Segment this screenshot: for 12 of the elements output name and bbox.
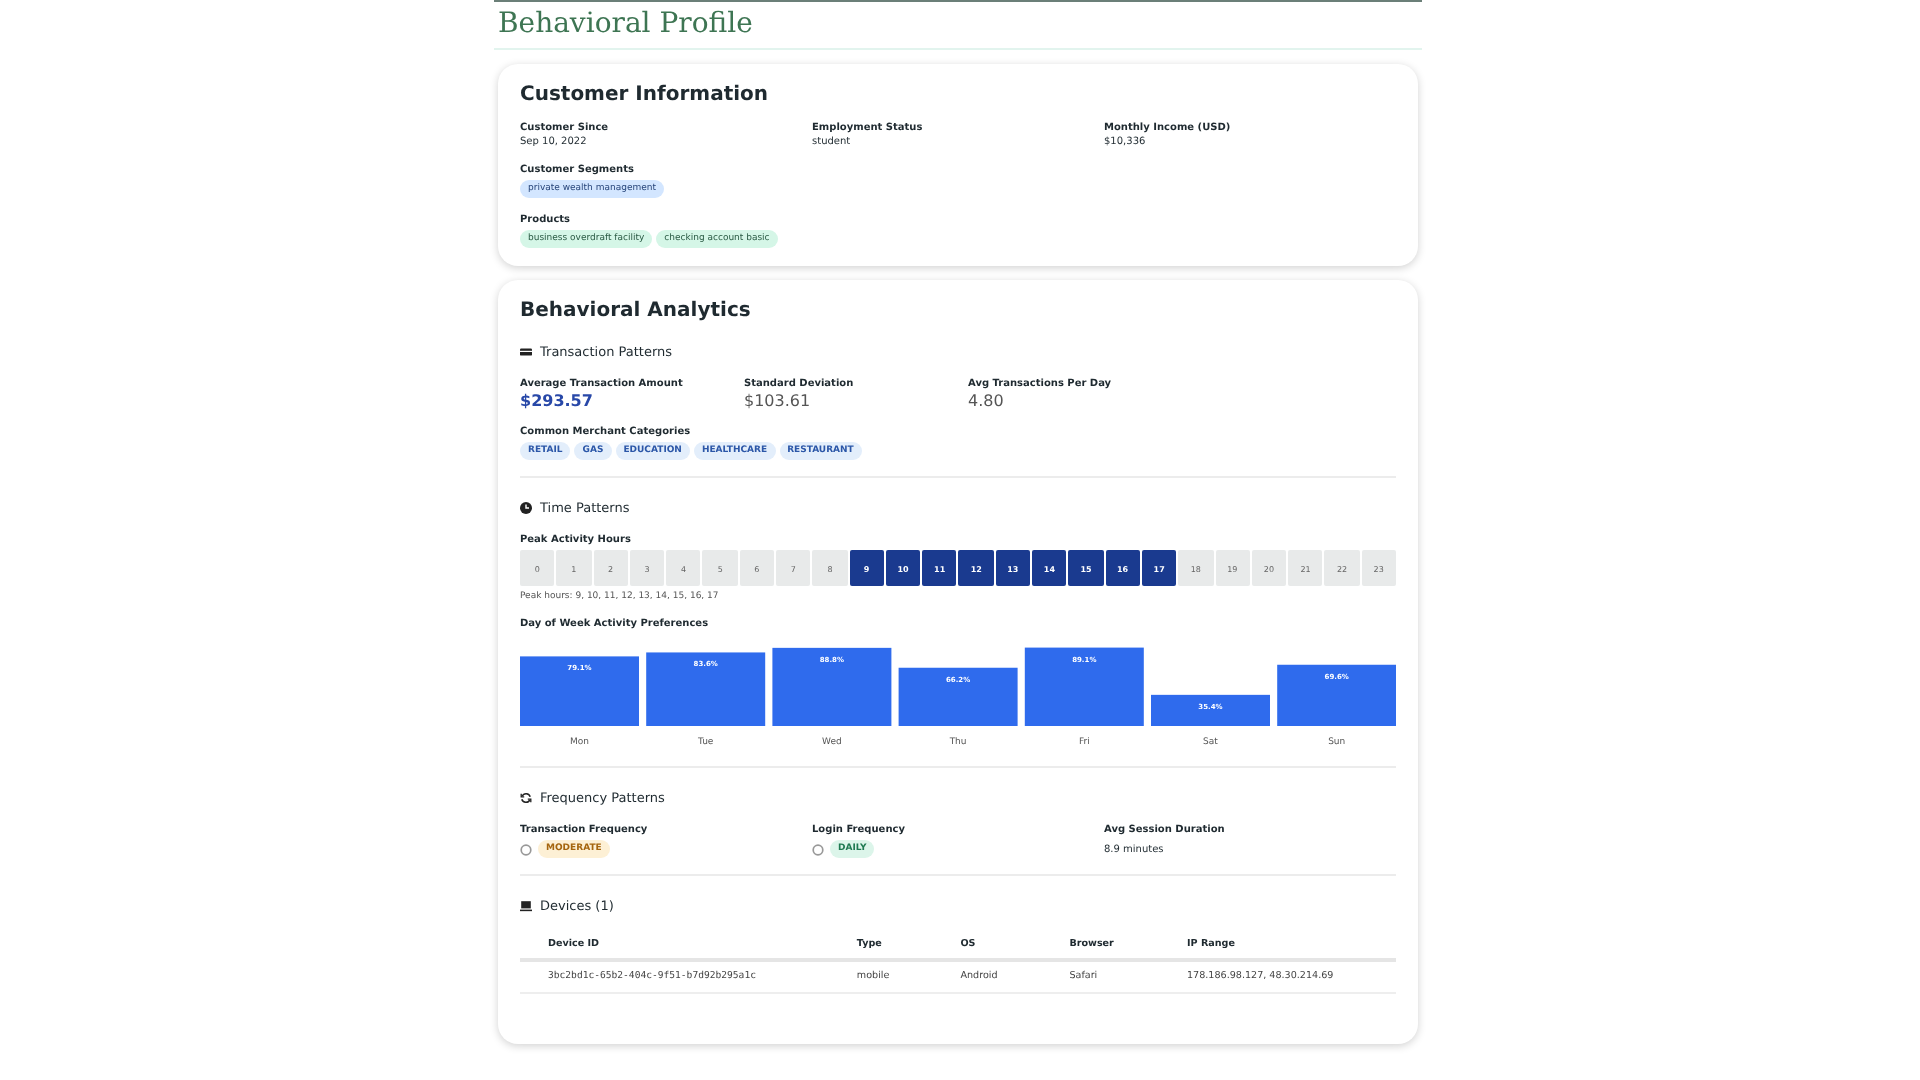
- page-title: Behavioral Profile: [494, 2, 1422, 50]
- card-title: Customer Information: [520, 84, 771, 106]
- clock-icon: [520, 502, 532, 514]
- metric-value: 4.80: [968, 392, 1006, 410]
- card-title: Behavioral Analytics: [520, 300, 753, 322]
- card-icon: [520, 346, 532, 358]
- metric-value: $293.57: [520, 392, 595, 410]
- metric-value: $103.61: [744, 392, 813, 410]
- status-icon: [520, 843, 532, 855]
- refresh-icon: [520, 792, 532, 804]
- status-icon: [812, 843, 824, 855]
- laptop-icon: [520, 900, 532, 912]
